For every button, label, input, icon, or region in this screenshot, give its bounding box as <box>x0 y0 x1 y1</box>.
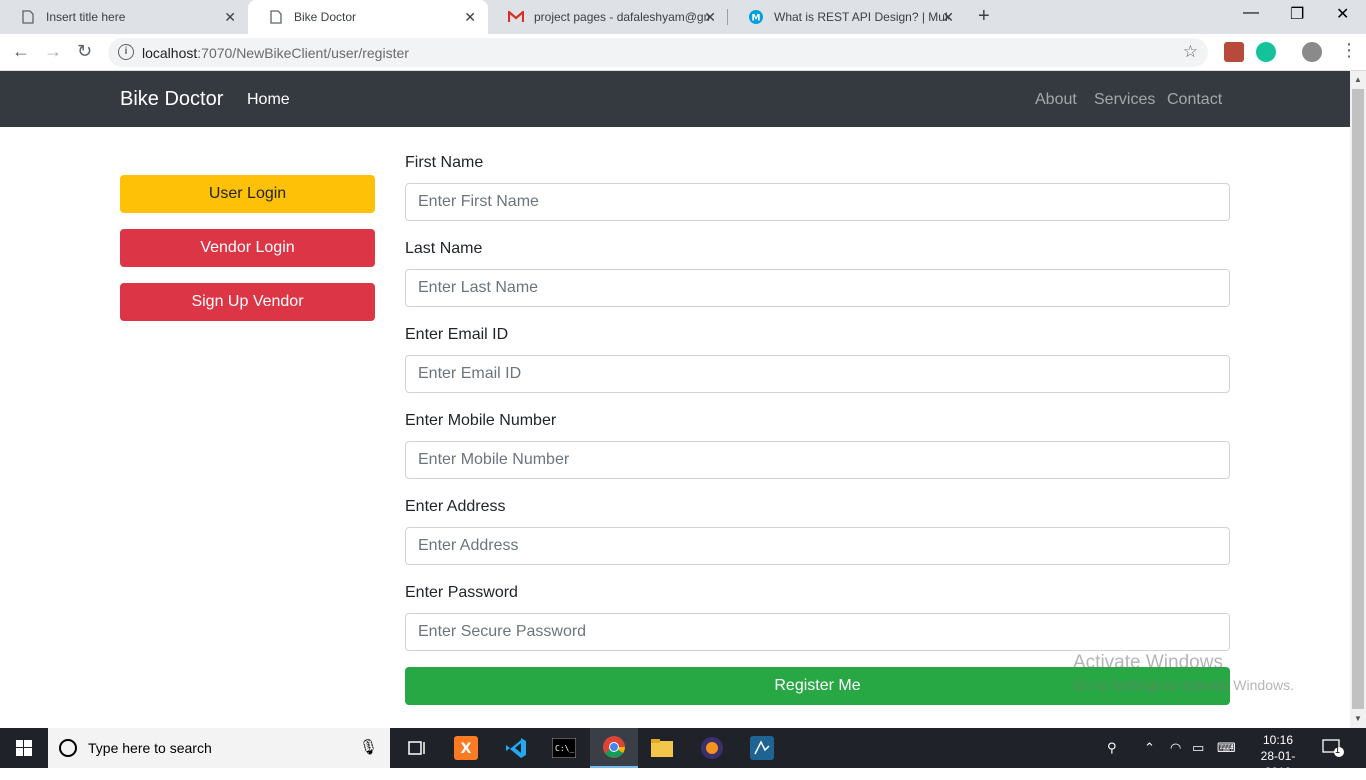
microphone-icon[interactable]: 🎙 <box>359 738 378 756</box>
mulesoft-icon: M <box>748 9 764 25</box>
url-text[interactable]: localhost:7070/NewBikeClient/user/regist… <box>142 45 409 61</box>
password-input[interactable] <box>405 613 1230 651</box>
last-name-label: Last Name <box>405 240 483 257</box>
brand-link[interactable]: Bike Doctor <box>120 88 223 111</box>
restore-icon[interactable]: ❐ <box>1290 4 1304 24</box>
address-input[interactable] <box>405 527 1230 565</box>
page-icon <box>20 9 36 25</box>
windows-taskbar: Type here to search 🎙 X C:\_ ⚲ ⌃ ◠ ▭ ⌨ 1… <box>0 728 1366 779</box>
nav-services-link[interactable]: Services <box>1094 91 1155 109</box>
site-navbar: Bike Doctor Home About Services Contact <box>0 71 1350 127</box>
scroll-thumb[interactable] <box>1352 89 1364 709</box>
command-prompt-icon[interactable]: C:\_ <box>540 728 588 768</box>
tab-insert-title[interactable]: Insert title here ✕ <box>0 0 248 34</box>
nav-home-link[interactable]: Home <box>247 91 290 109</box>
vscode-icon[interactable] <box>492 728 540 768</box>
svg-text:C:\_: C:\_ <box>555 744 574 753</box>
minimize-icon[interactable]: — <box>1243 4 1259 22</box>
gmail-icon <box>508 9 524 25</box>
wifi-icon[interactable]: ◠ <box>1170 740 1181 756</box>
xampp-icon[interactable]: X <box>442 728 490 768</box>
svg-text:M: M <box>752 14 761 24</box>
tab-title: Bike Doctor <box>294 10 357 24</box>
notification-count-badge: 1 <box>1335 745 1341 755</box>
password-label: Enter Password <box>405 584 518 601</box>
new-tab-icon[interactable]: + <box>978 5 990 28</box>
clock-date: 28-01-2019 <box>1260 749 1296 779</box>
bookmark-star-icon[interactable]: ☆ <box>1183 42 1198 62</box>
tab-title: Insert title here <box>46 10 126 24</box>
tab-bike-doctor[interactable]: Bike Doctor ✕ <box>248 0 488 34</box>
action-center-icon[interactable]: 1 <box>1322 738 1344 758</box>
vendor-login-button[interactable]: Vendor Login <box>120 229 375 267</box>
task-view-icon[interactable] <box>394 728 442 768</box>
taskbar-search-placeholder: Type here to search <box>88 740 212 756</box>
start-button[interactable] <box>0 728 48 768</box>
reload-icon[interactable]: ↻ <box>77 41 92 62</box>
file-explorer-icon[interactable] <box>638 728 686 768</box>
close-tab-icon[interactable]: ✕ <box>942 9 954 26</box>
pdf-extension-icon[interactable] <box>1224 42 1244 62</box>
browser-toolbar: ← → ↻ i localhost:7070/NewBikeClient/use… <box>0 34 1366 71</box>
nav-about-link[interactable]: About <box>1035 91 1077 109</box>
scroll-up-icon[interactable]: ▲ <box>1354 75 1362 84</box>
signup-vendor-button[interactable]: Sign Up Vendor <box>120 283 375 321</box>
mysql-workbench-icon[interactable] <box>738 728 786 768</box>
mobile-input[interactable] <box>405 441 1230 479</box>
close-window-icon[interactable]: ✕ <box>1336 4 1349 24</box>
show-hidden-icons-chevron-icon[interactable]: ⌃ <box>1144 740 1155 756</box>
activate-windows-subtitle: Go to Settings to activate Windows. <box>1073 677 1294 693</box>
chrome-icon[interactable] <box>590 728 638 768</box>
keyboard-icon[interactable]: ⌨ <box>1217 740 1236 756</box>
nav-contact-link[interactable]: Contact <box>1167 91 1222 109</box>
page-scrollbar[interactable]: ▲ ▼ <box>1350 71 1366 728</box>
mobile-label: Enter Mobile Number <box>405 412 557 429</box>
back-icon[interactable]: ← <box>12 41 30 62</box>
people-icon[interactable]: ⚲ <box>1107 740 1117 756</box>
grammarly-icon[interactable] <box>1256 42 1276 62</box>
battery-icon[interactable]: ▭ <box>1192 740 1204 756</box>
activate-windows-title: Activate Windows <box>1073 652 1223 673</box>
email-label: Enter Email ID <box>405 326 509 343</box>
close-tab-icon[interactable]: ✕ <box>224 9 236 26</box>
svg-text:X: X <box>461 741 472 757</box>
page-icon <box>268 9 284 25</box>
info-icon[interactable]: i <box>118 44 134 60</box>
forward-icon[interactable]: → <box>44 41 62 62</box>
menu-icon[interactable]: ⋮ <box>1340 40 1358 61</box>
close-tab-icon[interactable]: ✕ <box>704 9 716 26</box>
tab-title: What is REST API Design? | MuleS <box>774 10 949 24</box>
first-name-label: First Name <box>405 154 484 171</box>
browser-tab-strip: Insert title here ✕ Bike Doctor ✕ projec… <box>0 0 1366 34</box>
tab-mulesoft[interactable]: M What is REST API Design? | MuleS ✕ <box>728 0 966 34</box>
close-tab-icon[interactable]: ✕ <box>464 9 476 26</box>
clock-time: 10:16 <box>1262 733 1294 747</box>
tab-title: project pages - dafaleshyam@gm <box>534 10 709 24</box>
profile-avatar[interactable] <box>1302 42 1322 62</box>
address-label: Enter Address <box>405 498 506 515</box>
taskbar-search-box[interactable]: Type here to search 🎙 <box>48 728 390 768</box>
first-name-input[interactable] <box>405 183 1230 221</box>
system-clock[interactable]: 10:16 28-01-2019 <box>1248 732 1308 780</box>
cortana-icon <box>59 739 77 757</box>
last-name-input[interactable] <box>405 269 1230 307</box>
address-bar[interactable]: i localhost:7070/NewBikeClient/user/regi… <box>108 38 1208 67</box>
scroll-down-icon[interactable]: ▼ <box>1354 714 1362 723</box>
tab-gmail[interactable]: project pages - dafaleshyam@gm ✕ <box>488 0 728 34</box>
windows-logo-icon <box>16 740 32 756</box>
java-ee-ide-icon[interactable] <box>688 728 736 768</box>
user-login-button[interactable]: User Login <box>120 175 375 213</box>
email-input[interactable] <box>405 355 1230 393</box>
page-content: Bike Doctor Home About Services Contact … <box>0 71 1350 728</box>
